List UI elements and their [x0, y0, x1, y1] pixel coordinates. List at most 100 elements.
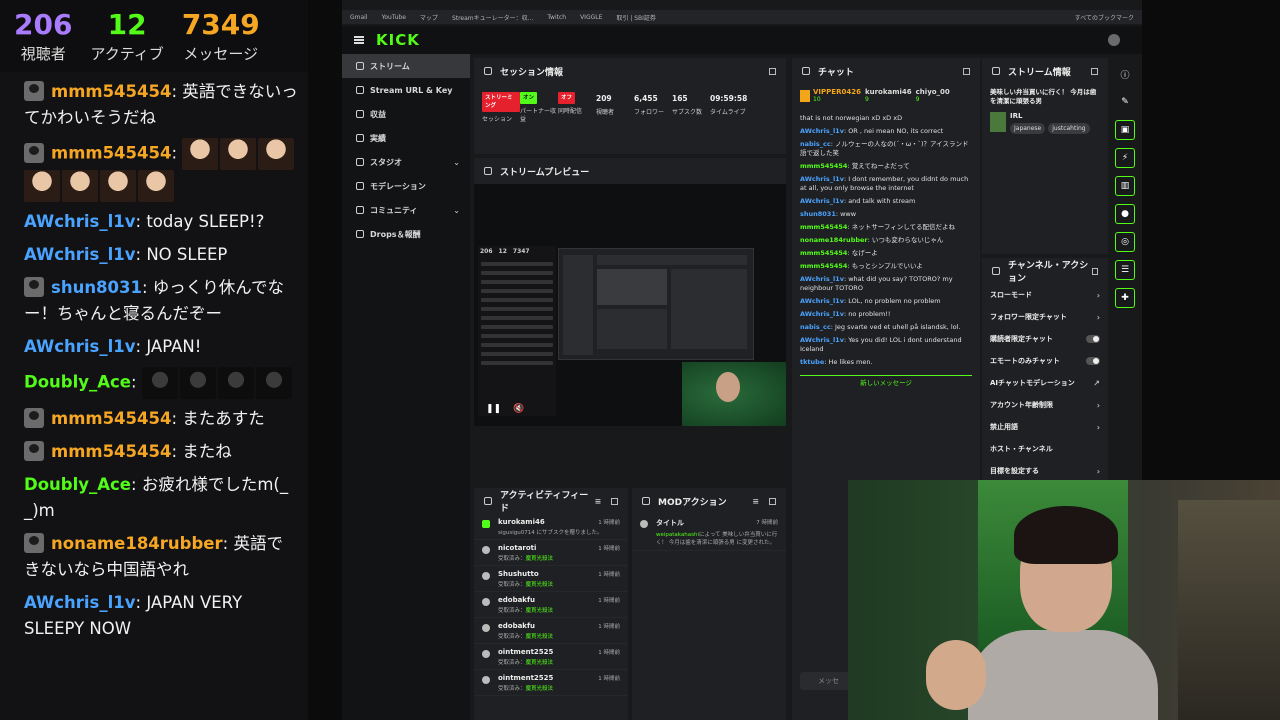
nav-item-3[interactable]: 実績	[342, 126, 470, 150]
stat-label: メッセージ	[183, 45, 259, 63]
chat-text: : なげーよ	[847, 249, 878, 257]
activity-user[interactable]: edobakfu	[498, 596, 535, 604]
nav-item-6[interactable]: コミュニティ ⌄	[342, 198, 470, 222]
chat-user[interactable]: AWchris_l1v	[800, 127, 844, 135]
bookmark-item[interactable]: VIGGLE	[580, 14, 602, 21]
chevron-down-icon[interactable]: ⌄	[453, 206, 460, 215]
activity-reward: 魔貫光殺法	[525, 582, 554, 588]
bookmark-item[interactable]: 取引 | SBI証券	[616, 13, 656, 22]
popout-icon[interactable]	[769, 67, 776, 75]
top-gifter: chiyo_00 9	[916, 88, 950, 103]
kick-logo[interactable]: KICK	[376, 31, 420, 49]
bookmark-item[interactable]: マップ	[420, 13, 438, 22]
stream-category: IRL Japanese justcahting	[982, 110, 1108, 136]
filter-icon[interactable]: ≡	[594, 497, 601, 506]
activity-user[interactable]: ointment2525	[498, 648, 553, 656]
chat-bubble-icon[interactable]: ●	[1115, 204, 1135, 224]
broadcast-icon[interactable]: ◎	[1115, 232, 1135, 252]
chevron-right-icon[interactable]: ›	[1097, 401, 1100, 410]
pen-icon[interactable]: ✎	[1115, 92, 1135, 112]
chat-user[interactable]: tktube	[800, 358, 824, 366]
chat-user[interactable]: mmm545454	[800, 162, 847, 170]
chat-user[interactable]: AWchris_l1v	[800, 197, 844, 205]
chat-user[interactable]: mmm545454	[800, 262, 847, 270]
toggle-switch[interactable]	[1086, 335, 1100, 343]
bookmark-item[interactable]: Streamキューレーター：収...	[452, 13, 533, 22]
top-gifter-name[interactable]: VIPPER0426	[813, 88, 861, 96]
top-gifter-name[interactable]: kurokami46	[865, 88, 912, 96]
toggle-switch[interactable]	[1086, 357, 1100, 365]
chat-user[interactable]: AWchris_l1v	[800, 175, 844, 183]
external-link-icon[interactable]: ↗	[1093, 379, 1100, 388]
popout-icon[interactable]	[769, 497, 776, 505]
channel-action-item[interactable]: 目標を設定する ›	[982, 460, 1108, 482]
chat-user[interactable]: mmm545454	[800, 249, 847, 257]
edit-icon[interactable]	[1091, 67, 1098, 75]
stream-tag[interactable]: Japanese	[1010, 123, 1046, 134]
channel-action-item[interactable]: 禁止用語 ›	[982, 416, 1108, 438]
chevron-right-icon[interactable]: ›	[1097, 291, 1100, 300]
new-messages-divider[interactable]: 新しいメッセージ	[800, 375, 972, 387]
chat-user[interactable]: noname184rubber	[800, 236, 868, 244]
menu-icon[interactable]	[354, 36, 364, 44]
trash-icon[interactable]: ▥	[1115, 176, 1135, 196]
chat-user[interactable]: mmm545454	[800, 223, 847, 231]
channel-action-item[interactable]: スローモード ›	[982, 284, 1108, 306]
info-icon[interactable]: ⓘ	[1115, 64, 1135, 84]
chevron-down-icon[interactable]: ⌄	[453, 158, 460, 167]
activity-user[interactable]: edobakfu	[498, 622, 535, 630]
nav-item-5[interactable]: モデレーション	[342, 174, 470, 198]
channel-action-item[interactable]: AIチャットモデレーション ↗	[982, 372, 1108, 394]
nav-item-1[interactable]: Stream URL & Key	[342, 78, 470, 102]
popout-icon[interactable]	[611, 497, 618, 505]
chat-user[interactable]: AWchris_l1v	[800, 275, 844, 283]
activity-user[interactable]: kurokami46	[498, 518, 545, 526]
nav-item-7[interactable]: Drops＆報酬	[342, 222, 470, 246]
popout-icon[interactable]	[1091, 267, 1098, 275]
activity-user[interactable]: Shushutto	[498, 570, 539, 578]
channel-action-item[interactable]: フォロワー限定チャット ›	[982, 306, 1108, 328]
bookmark-item[interactable]: Twitch	[547, 14, 566, 21]
all-bookmarks-button[interactable]: すべてのブックマーク	[1075, 13, 1134, 22]
webcam-room-background	[1178, 500, 1280, 720]
stream-preview-video[interactable]: 206 12 7347 ❚❚ 🔇	[474, 184, 786, 426]
pause-icon[interactable]: ❚❚	[486, 404, 501, 414]
message-user: AWchris_l1v	[24, 337, 136, 356]
nav-item-0[interactable]: ストリーム	[342, 54, 470, 78]
bookmark-item[interactable]: YouTube	[382, 14, 406, 21]
bolt-icon[interactable]: ⚡	[1115, 148, 1135, 168]
stream-tag[interactable]: justcahting	[1048, 123, 1090, 134]
chat-user[interactable]: shun8031	[800, 210, 836, 218]
filter-icon[interactable]: ≡	[752, 497, 759, 506]
chat-user[interactable]: AWchris_l1v	[800, 297, 844, 305]
activity-item: nicotaroti 1 時間前 受取済み：魔貫光殺法	[474, 540, 628, 566]
session-label: タイムライブ	[710, 109, 746, 116]
popout-icon[interactable]	[963, 67, 970, 75]
chat-user[interactable]: nabis_cc	[800, 323, 831, 331]
webcam-person-body	[968, 630, 1158, 720]
chevron-right-icon[interactable]: ›	[1097, 467, 1100, 476]
chat-user[interactable]: AWchris_l1v	[800, 310, 844, 318]
activity-user[interactable]: ointment2525	[498, 674, 553, 682]
activity-user[interactable]: nicotaroti	[498, 544, 536, 552]
avatar[interactable]	[1108, 34, 1120, 46]
chevron-right-icon[interactable]: ›	[1097, 423, 1100, 432]
top-gifter-name[interactable]: chiyo_00	[916, 88, 950, 96]
channel-action-item[interactable]: エモートのみチャット	[982, 350, 1108, 372]
nav-item-2[interactable]: 収益	[342, 102, 470, 126]
nav-label: ストリーム	[370, 61, 410, 71]
chat-user[interactable]: nabis_cc	[800, 140, 831, 148]
layout-icon[interactable]: ▣	[1115, 120, 1135, 140]
chat-message: noname184rubber: いつも変わらないじゃん	[792, 234, 980, 247]
channel-action-item[interactable]: ホスト・チャンネル	[982, 438, 1108, 460]
list-icon[interactable]: ☰	[1115, 260, 1135, 280]
channel-action-item[interactable]: アカウント年齢制限 ›	[982, 394, 1108, 416]
chat-user[interactable]: AWchris_l1v	[800, 336, 844, 344]
reward-icon	[482, 650, 490, 658]
chevron-right-icon[interactable]: ›	[1097, 313, 1100, 322]
mute-icon[interactable]: 🔇	[513, 404, 524, 414]
wrench-icon[interactable]: ✚	[1115, 288, 1135, 308]
channel-action-item[interactable]: 購読者限定チャット	[982, 328, 1108, 350]
bookmark-item[interactable]: Gmail	[350, 14, 368, 21]
nav-item-4[interactable]: スタジオ ⌄	[342, 150, 470, 174]
